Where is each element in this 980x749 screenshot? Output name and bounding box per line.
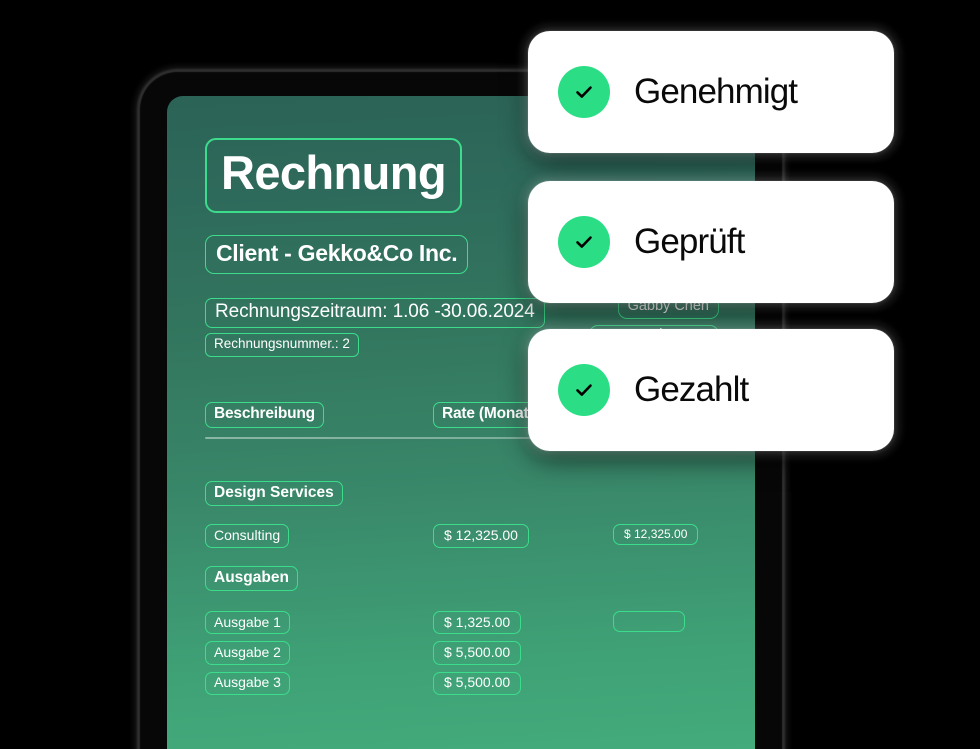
line-item-description-ausgabe-2[interactable]: Ausgabe 2 — [205, 641, 290, 665]
invoice-period-field[interactable]: Rechnungszeitraum: 1.06 -30.06.2024 — [205, 297, 545, 329]
column-header-description[interactable]: Beschreibung — [205, 402, 324, 428]
table-row: Ausgabe 1 $ 1,325.00 — [205, 611, 735, 635]
header-cell-description: Beschreibung — [205, 402, 433, 428]
group-cell-label: Ausgaben — [205, 565, 433, 592]
group-cell-label: Design Services — [205, 480, 433, 507]
invoice-title[interactable]: Rechnung — [205, 138, 462, 213]
status-card-gezahlt[interactable]: Gezahlt — [528, 329, 894, 451]
row-cell-total — [613, 611, 755, 633]
line-item-description-consulting[interactable]: Consulting — [205, 524, 290, 548]
invoice-client-field[interactable]: Client - Gekko&Co Inc. — [205, 234, 469, 274]
group-label-ausgaben[interactable]: Ausgaben — [205, 565, 298, 592]
row-cell-total: $ 12,325.00 — [613, 524, 755, 546]
invoice-number-field[interactable]: Rechnungsnummer.: 2 — [205, 333, 359, 357]
line-item-rate-ausgabe-2[interactable]: $ 5,500.00 — [433, 641, 522, 665]
line-item-description-ausgabe-3[interactable]: Ausgabe 3 — [205, 671, 290, 695]
table-group-row: Design Services — [205, 480, 735, 507]
line-item-description-ausgabe-1[interactable]: Ausgabe 1 — [205, 611, 290, 635]
table-group-row: Ausgaben — [205, 565, 735, 592]
screenshot-stage: Rechnung Client - Gekko&Co Inc. Rechnung… — [0, 0, 980, 749]
row-cell-rate: $ 1,325.00 — [433, 611, 613, 635]
check-icon — [558, 66, 610, 118]
row-cell-description: Ausgabe 3 — [205, 671, 433, 695]
row-cell-description: Ausgabe 2 — [205, 641, 433, 665]
row-cell-rate: $ 12,325.00 — [433, 524, 613, 548]
line-item-rate-ausgabe-3[interactable]: $ 5,500.00 — [433, 671, 522, 695]
line-item-total-consulting[interactable]: $ 12,325.00 — [613, 524, 699, 546]
row-cell-description: Consulting — [205, 524, 433, 548]
row-cell-rate: $ 5,500.00 — [433, 671, 613, 695]
status-card-label: Gezahlt — [634, 370, 749, 409]
row-cell-rate: $ 5,500.00 — [433, 641, 613, 665]
status-card-geprueft[interactable]: Geprüft — [528, 181, 894, 303]
status-card-label: Geprüft — [634, 222, 745, 261]
group-label-design-services[interactable]: Design Services — [205, 480, 343, 507]
row-cell-description: Ausgabe 1 — [205, 611, 433, 635]
line-item-rate-consulting[interactable]: $ 12,325.00 — [433, 524, 529, 548]
line-item-total-ausgabe-1[interactable] — [613, 611, 685, 633]
table-row: Ausgabe 2 $ 5,500.00 — [205, 641, 735, 665]
check-icon — [558, 216, 610, 268]
table-row: Consulting $ 12,325.00 $ 12,325.00 — [205, 524, 735, 548]
line-item-rate-ausgabe-1[interactable]: $ 1,325.00 — [433, 611, 522, 635]
check-icon — [558, 364, 610, 416]
status-card-genehmigt[interactable]: Genehmigt — [528, 31, 894, 153]
table-row: Ausgabe 3 $ 5,500.00 — [205, 671, 735, 695]
status-card-label: Genehmigt — [634, 72, 798, 111]
